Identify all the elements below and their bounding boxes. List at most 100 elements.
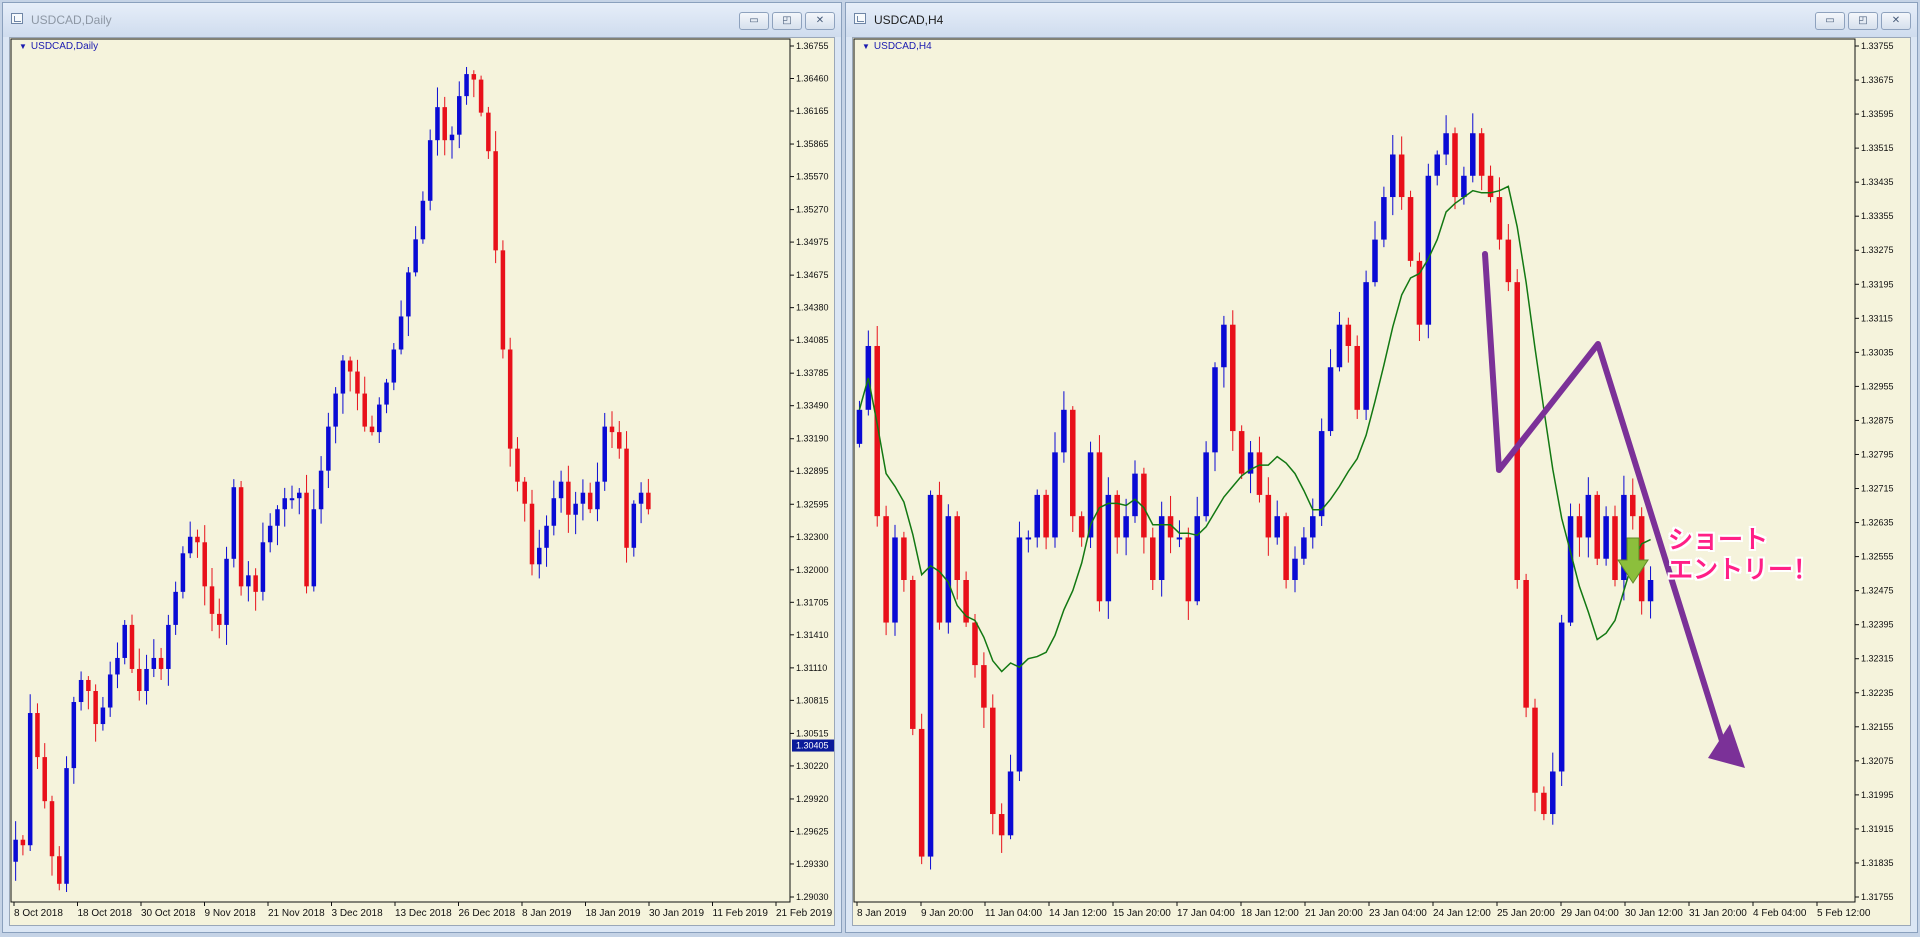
candle-body (1078, 516, 1085, 538)
candle-body (515, 448, 520, 482)
candle-body (1514, 282, 1520, 581)
x-tick-label: 18 Oct 2018 (78, 908, 133, 919)
minimize-button[interactable]: ▭ (1815, 12, 1845, 30)
candle-body (297, 492, 302, 499)
x-tick-label: 29 Jan 04:00 (1561, 908, 1619, 919)
annotation-line: エントリー！ (1668, 555, 1819, 584)
candle-body (1132, 473, 1138, 517)
y-tick-label: 1.32235 (1861, 688, 1894, 698)
h4-chart-area[interactable]: 1.33755 1.33675 1.33595 1.33515 1.33435 1.333… (852, 37, 1911, 926)
y-tick-label: 1.33785 (796, 368, 829, 378)
h4-candlestick-chart[interactable]: 1.33755 1.33675 1.33595 1.33515 1.33435 1.333… (853, 38, 1911, 926)
candle-body (100, 707, 106, 725)
candle-body (1096, 452, 1103, 602)
candle-body (1390, 154, 1396, 198)
candle-body (954, 516, 960, 581)
chart-symbol-label[interactable]: ▼ USDCAD,Daily (19, 41, 98, 52)
x-tick-label: 8 Oct 2018 (14, 908, 63, 919)
candle-body (78, 679, 84, 703)
y-tick-label: 1.35865 (796, 139, 829, 149)
candle-body (892, 537, 898, 623)
chart-symbol-label[interactable]: ▼ USDCAD,H4 (862, 41, 932, 52)
candle-body (500, 250, 506, 350)
candle-body (1336, 324, 1343, 368)
candle-body (1354, 345, 1360, 410)
x-tick-label: 30 Jan 12:00 (1625, 908, 1683, 919)
x-tick-label: 15 Jan 20:00 (1113, 908, 1171, 919)
short-entry-annotation: ショート エントリー！ (1668, 525, 1818, 585)
candle-body (1576, 516, 1583, 538)
daily-chart-area[interactable]: 1.36755 1.36460 1.36165 1.35865 1.35570 1.352… (9, 37, 835, 926)
candle-body (617, 432, 622, 449)
restore-button[interactable]: ◰ (1848, 12, 1878, 30)
y-tick-label: 1.32000 (796, 565, 829, 575)
candle-body (507, 349, 513, 449)
x-tick-label: 26 Dec 2018 (459, 908, 516, 919)
y-tick-label: 1.32475 (1861, 586, 1894, 596)
x-tick-label: 17 Jan 04:00 (1177, 908, 1235, 919)
candle-body (318, 470, 324, 510)
close-button[interactable]: ✕ (1881, 12, 1911, 30)
x-tick-label: 4 Feb 04:00 (1753, 908, 1807, 919)
candle-body (1158, 516, 1165, 581)
candle-body (107, 674, 113, 708)
y-tick-label: 1.31835 (1861, 858, 1894, 868)
y-tick-label: 1.34975 (796, 237, 829, 247)
candle-body (377, 404, 382, 433)
close-button[interactable]: ✕ (805, 12, 835, 30)
title-bar[interactable]: USDCAD,H4 ▭ ◰ ✕ (846, 3, 1917, 37)
candle-body (1043, 494, 1049, 538)
y-tick-label: 1.33515 (1861, 143, 1894, 153)
candle-body (27, 713, 33, 846)
candle-body (427, 140, 433, 201)
candle-body (1114, 494, 1120, 538)
candle-body (1567, 516, 1574, 623)
candle-body (1594, 494, 1600, 559)
minimize-button[interactable]: ▭ (739, 12, 769, 30)
candle-body (413, 239, 418, 273)
daily-candlestick-chart[interactable]: 1.36755 1.36460 1.36165 1.35865 1.35570 1.352… (10, 38, 835, 926)
x-tick-label: 11 Feb 2019 (713, 908, 769, 919)
candle-body (435, 107, 440, 141)
candle-body (1185, 537, 1192, 602)
candle-body (1283, 516, 1289, 581)
restore-button[interactable]: ◰ (772, 12, 802, 30)
candle-body (1007, 771, 1014, 836)
x-tick-label: 21 Feb 2019 (776, 908, 833, 919)
daily-chart-window[interactable]: USDCAD,Daily ▭ ◰ ✕ 1.36755 1.36460 1.36165… (2, 2, 842, 933)
h4-chart-window[interactable]: USDCAD,H4 ▭ ◰ ✕ 1.33755 1.33675 1.33595 1.3… (845, 2, 1918, 933)
candle-body (493, 151, 498, 251)
candle-body (347, 360, 353, 372)
x-tick-label: 9 Jan 20:00 (921, 908, 974, 919)
annotation-line: ショート (1668, 525, 1769, 554)
candle-body (275, 509, 280, 526)
candle-body (1034, 494, 1040, 538)
candle-body (1638, 516, 1645, 602)
y-tick-label: 1.33595 (1861, 109, 1894, 119)
candle-body (282, 498, 287, 510)
candle-body (1052, 452, 1058, 538)
candle-body (602, 426, 607, 482)
candle-body (1345, 324, 1352, 346)
x-tick-label: 9 Nov 2018 (205, 908, 257, 919)
candle-body (1523, 580, 1529, 708)
candle-body (1025, 537, 1032, 540)
candle-body (1212, 367, 1218, 453)
y-tick-label: 1.35270 (796, 205, 829, 215)
candle-body (195, 536, 200, 543)
title-bar[interactable]: USDCAD,Daily ▭ ◰ ✕ (3, 3, 841, 37)
candle-body (187, 536, 193, 554)
candle-body (311, 509, 317, 587)
candle-body (13, 839, 18, 862)
x-tick-label: 13 Dec 2018 (395, 908, 452, 919)
y-tick-label: 1.33190 (796, 434, 829, 444)
candle-body (333, 393, 338, 427)
candle-body (20, 839, 26, 846)
window-title: USDCAD,H4 (874, 13, 944, 27)
x-tick-label: 21 Jan 20:00 (1305, 908, 1363, 919)
candle-body (442, 107, 447, 141)
chart-window-icon (854, 13, 866, 24)
candle-body (86, 679, 91, 691)
candle-body (522, 481, 527, 504)
candle-body (144, 668, 149, 691)
